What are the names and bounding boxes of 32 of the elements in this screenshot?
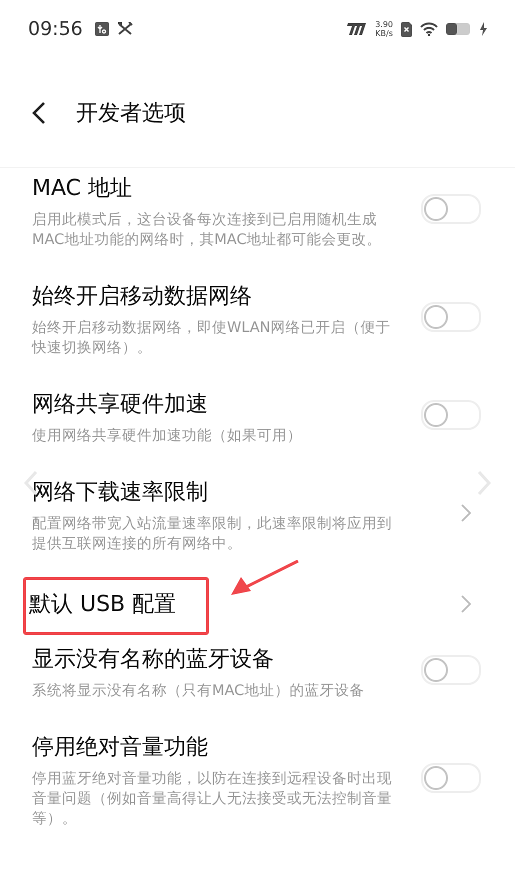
page-title: 开发者选项 <box>76 100 186 128</box>
setting-description: 始终开启移动数据网络，即使WLAN网络已开启（便于快速切换网络）。 <box>32 318 392 358</box>
network-speed: 3.90 KB/s <box>375 20 393 38</box>
chevron-right-icon[interactable] <box>461 594 471 612</box>
back-icon[interactable] <box>32 100 46 124</box>
setting-title[interactable]: 停用绝对音量功能 <box>29 730 211 766</box>
toggle-switch[interactable] <box>421 655 481 685</box>
setting-description: 使用网络共享硬件加速功能（如果可用） <box>32 426 303 446</box>
toggle-switch[interactable] <box>421 194 481 224</box>
sim-card-icon <box>401 22 412 36</box>
setting-description: 配置网络带宽入站流量速率限制，此速率限制将应用到提供互联网连接的所有网络中。 <box>32 514 392 554</box>
setting-description: 停用蓝牙绝对音量功能，以防在连接到远程设备时出现音量问题（例如音量高得让人无法接受或无法控制音量等）。 <box>32 770 392 829</box>
charging-icon <box>480 22 487 36</box>
wifi-icon <box>420 22 438 36</box>
setting-description: 启用此模式后，这台设备每次连接到已启用随机生成MAC地址功能的网络时，其MAC地址都可能会更改。 <box>32 210 383 250</box>
toggle-switch[interactable] <box>421 763 481 793</box>
chevron-right-icon[interactable] <box>461 504 471 522</box>
setting-title[interactable]: 网络下载速率限制 <box>29 475 211 511</box>
setting-title[interactable]: 显示没有名称的蓝牙设备 <box>29 642 277 678</box>
setting-title[interactable]: 始终开启移动数据网络 <box>29 279 255 315</box>
status-time: 09:56 <box>28 18 83 40</box>
toggle-switch[interactable] <box>421 400 481 430</box>
toggle-switch[interactable] <box>421 302 481 332</box>
setting-title[interactable]: MAC 地址 <box>29 171 135 207</box>
setting-title[interactable]: 默认 USB 配置 <box>23 577 210 635</box>
annotation-arrow <box>230 560 300 596</box>
setting-description: 系统将显示没有名称（只有MAC地址）的蓝牙设备 <box>32 682 366 701</box>
battery-icon <box>446 22 472 36</box>
tools-icon <box>116 22 133 36</box>
setting-title[interactable]: 网络共享硬件加速 <box>29 387 211 423</box>
signal-icon <box>345 23 368 35</box>
usb-debug-icon <box>94 22 109 36</box>
